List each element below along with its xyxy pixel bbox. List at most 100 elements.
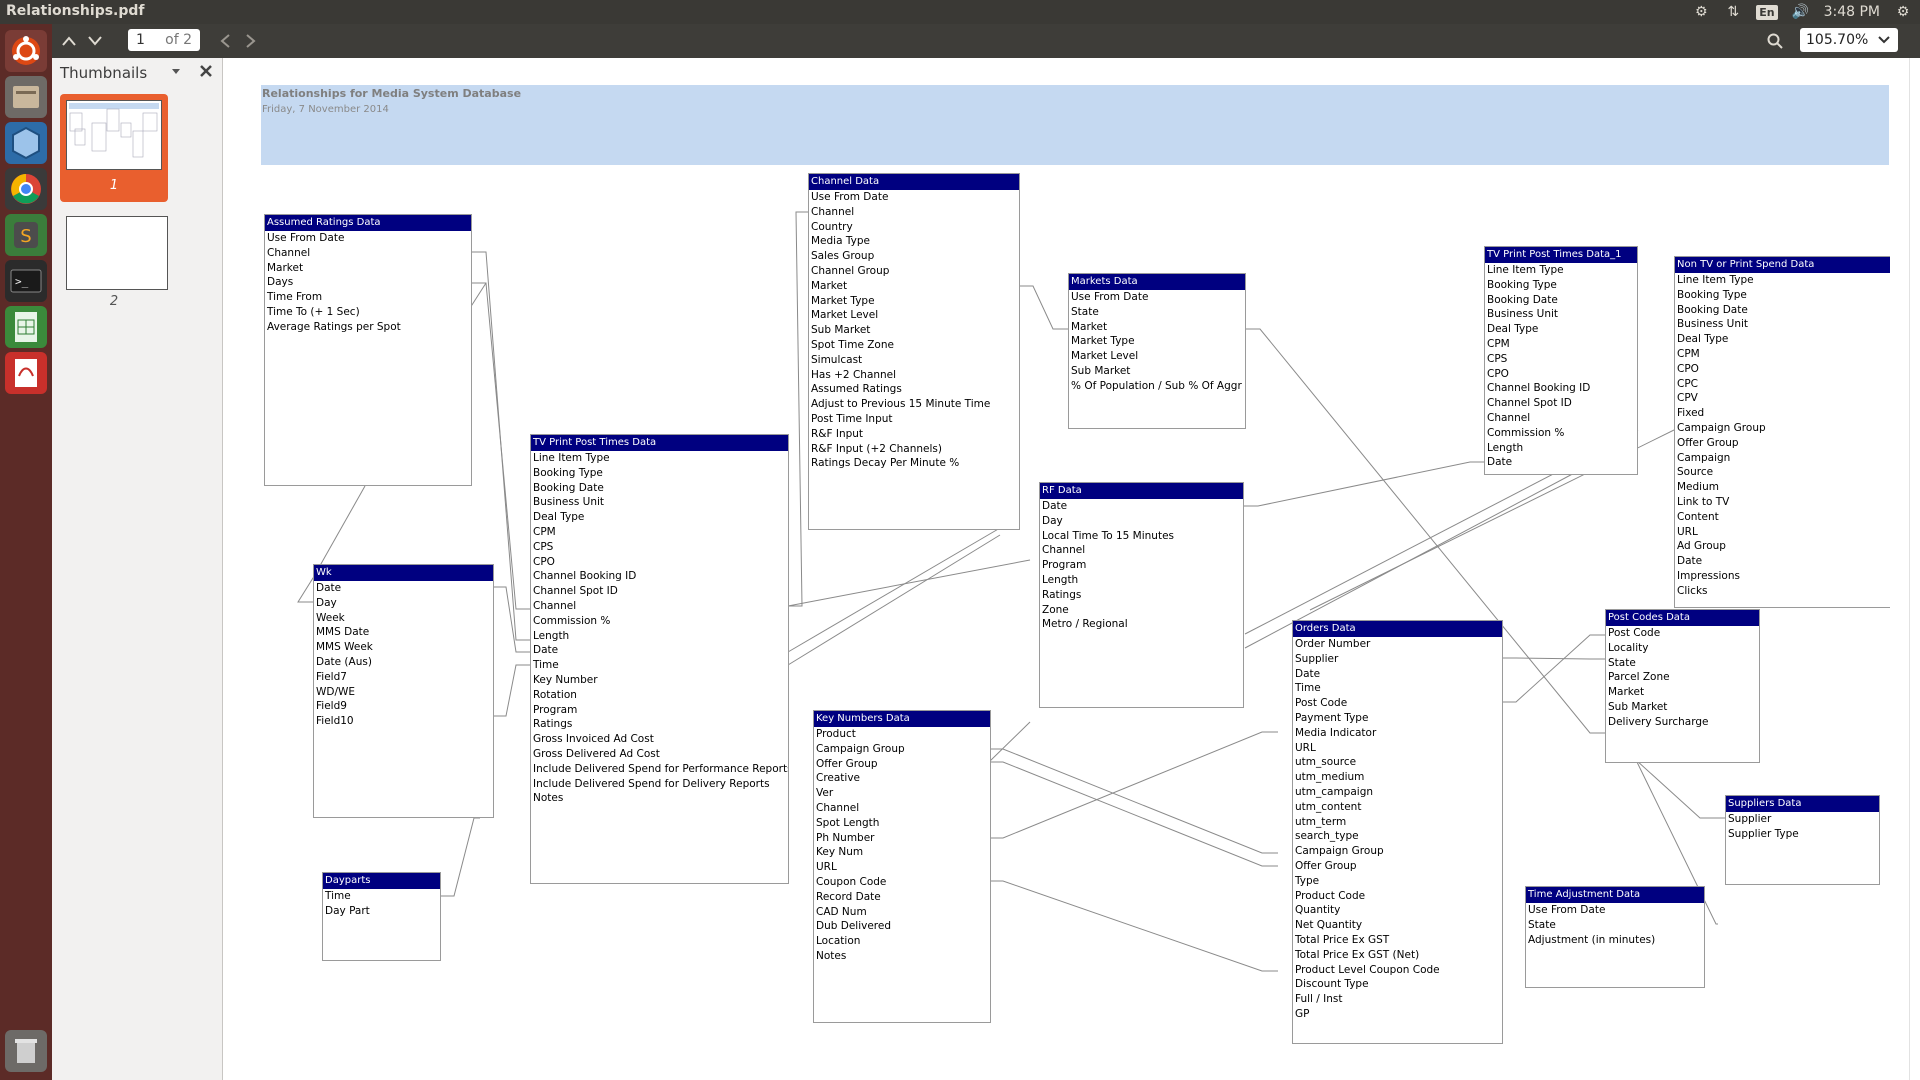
table-field: utm_term	[1295, 815, 1347, 828]
table-field: CPV	[1677, 392, 1698, 405]
table-field: Local Time To 15 Minutes	[1042, 529, 1175, 542]
network-arrows-icon[interactable]: ⇅	[1724, 3, 1742, 21]
table-rf-data: RF Data Date Day Local Time To 15 Minute…	[1039, 482, 1244, 708]
spreadsheet-icon[interactable]	[5, 306, 47, 348]
next-page-button[interactable]	[82, 28, 108, 54]
table-field: Time	[325, 890, 351, 902]
table-field: Supplier	[1295, 652, 1339, 665]
sidebar-header: Thumbnails	[52, 58, 222, 86]
system-tray: ⚙ ⇅ En 🔊 3:48 PM ⚙	[1692, 0, 1912, 24]
table-field: Program	[533, 703, 578, 716]
document-viewer-icon[interactable]	[5, 352, 47, 394]
table-field: Ratings	[1042, 588, 1082, 601]
keyboard-language-indicator[interactable]: En	[1756, 4, 1778, 20]
table-field: Include Delivered Spend for Delivery Rep…	[533, 777, 770, 790]
table-field: CPM	[1487, 337, 1510, 350]
table-field: Booking Type	[533, 466, 603, 479]
table-field: Ratings Decay Per Minute %	[811, 457, 960, 470]
table-field: MMS Week	[316, 641, 373, 654]
settings-gear-icon[interactable]: ⚙	[1692, 3, 1710, 21]
table-field: Booking Date	[1677, 303, 1748, 316]
page-number-input[interactable]: 1 of 2	[128, 29, 200, 51]
files-icon[interactable]	[5, 76, 47, 118]
table-field: WD/WE	[316, 685, 356, 698]
table-field: Channel Spot ID	[533, 585, 618, 598]
table-title: Non TV or Print Spend Data	[1675, 257, 1890, 273]
table-title: Dayparts	[323, 873, 440, 889]
search-icon	[1767, 33, 1783, 49]
table-field: Quantity	[1295, 904, 1341, 917]
thumbnail-page-2[interactable]: 2	[60, 216, 168, 316]
table-field: Line Item Type	[1677, 274, 1754, 286]
back-button[interactable]	[212, 28, 238, 54]
terminal-icon[interactable]: >_	[5, 260, 47, 302]
launcher: S >_	[0, 24, 52, 1080]
table-field: Use From Date	[1071, 291, 1149, 303]
table-non-tv-or-print-spend-data: Non TV or Print Spend Data Line Item Typ…	[1674, 256, 1890, 608]
table-field: Length	[1042, 573, 1079, 586]
table-field: CPS	[533, 540, 554, 553]
ubuntu-home-icon[interactable]	[5, 30, 47, 72]
table-field: Simulcast	[811, 353, 863, 366]
table-field: Use From Date	[1528, 904, 1606, 916]
table-field: Notes	[816, 949, 847, 962]
thumbnail-page-1-image	[66, 100, 162, 170]
previous-page-button[interactable]	[56, 28, 82, 54]
table-field: URL	[1295, 741, 1316, 754]
vertical-scrollbar[interactable]	[1909, 58, 1920, 1080]
table-title: Assumed Ratings Data	[265, 215, 471, 231]
table-field: Offer Group	[816, 757, 878, 770]
table-field: Market Type	[811, 294, 875, 307]
table-field: Country	[811, 220, 853, 233]
zoom-value: 105.70%	[1806, 32, 1869, 48]
table-title: Key Numbers Data	[814, 711, 990, 727]
page-number-value: 1	[136, 32, 145, 48]
volume-icon[interactable]: 🔊	[1792, 3, 1810, 21]
search-button[interactable]	[1762, 28, 1788, 54]
table-field: Booking Date	[533, 481, 604, 494]
table-field: State	[1071, 305, 1099, 318]
forward-button[interactable]	[238, 28, 264, 54]
close-sidebar-icon[interactable]	[200, 65, 212, 77]
table-field: Channel Booking ID	[533, 570, 637, 583]
report-title: Relationships for Media System Database	[262, 87, 522, 100]
sublime-icon[interactable]: S	[5, 214, 47, 256]
table-field: Notes	[533, 792, 564, 805]
table-field: Locality	[1608, 641, 1649, 654]
table-field: Business Unit	[1677, 318, 1749, 331]
table-field: Product	[816, 728, 856, 740]
table-field: Gross Delivered Ad Cost	[533, 747, 660, 760]
table-field: Key Num	[816, 846, 864, 859]
power-gear-icon[interactable]: ⚙	[1894, 3, 1912, 21]
table-field: Day Part	[325, 904, 370, 917]
report-date: Friday, 7 November 2014	[262, 104, 389, 115]
table-field: State	[1608, 656, 1636, 669]
table-field: Product Code	[1295, 889, 1366, 902]
table-field: % Of Population / Sub % Of Aggr	[1071, 379, 1242, 392]
table-field: Date	[1487, 456, 1513, 469]
thumbnail-page-1[interactable]: 1	[60, 94, 168, 202]
table-field: Time	[1295, 682, 1321, 695]
table-field: Dub Delivered	[816, 920, 892, 933]
table-field: Offer Group	[1295, 859, 1357, 872]
svg-text:>_: >_	[15, 275, 29, 288]
page-count: of 2	[165, 32, 192, 48]
table-field: Market	[1608, 686, 1645, 699]
table-field: Campaign Group	[1677, 421, 1766, 434]
table-title: Time Adjustment Data	[1526, 887, 1704, 903]
table-field: Date	[1295, 667, 1321, 680]
zoom-select[interactable]: 105.70%	[1800, 28, 1898, 52]
dropdown-arrow-icon[interactable]	[172, 69, 180, 75]
table-field: Adjustment (in minutes)	[1528, 933, 1656, 946]
table-field: Market Type	[1071, 335, 1135, 348]
table-field: Field7	[316, 670, 347, 683]
table-field: search_type	[1295, 830, 1359, 843]
sidebar-mode-select[interactable]: Thumbnails	[60, 64, 147, 82]
table-field: Net Quantity	[1295, 919, 1363, 932]
chrome-icon[interactable]	[5, 168, 47, 210]
table-field: Supplier Type	[1728, 827, 1799, 840]
trash-icon[interactable]	[5, 1030, 47, 1072]
table-field: Fixed	[1677, 407, 1705, 420]
virtualbox-icon[interactable]	[5, 122, 47, 164]
clock[interactable]: 3:48 PM	[1824, 4, 1880, 20]
